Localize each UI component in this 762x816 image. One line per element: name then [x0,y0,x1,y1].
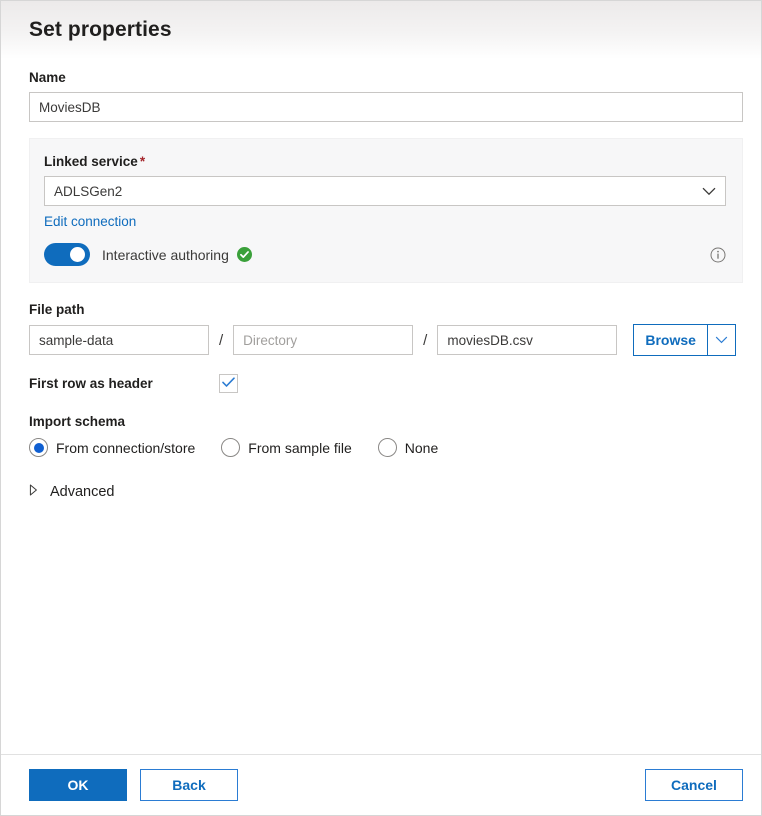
first-row-as-header-row: First row as header [29,374,743,393]
linked-service-input[interactable] [44,176,726,206]
first-row-as-header-checkbox[interactable] [219,374,238,393]
success-check-icon [237,247,252,262]
advanced-expander[interactable]: Advanced [29,483,743,501]
back-button[interactable]: Back [140,769,238,801]
browse-split-button: Browse [633,324,736,356]
file-path-label: File path [29,301,743,319]
interactive-authoring-toggle[interactable] [44,243,90,266]
radio-label: None [405,440,438,456]
checkmark-icon [222,375,235,393]
import-schema-radio-row: From connection/store From sample file N… [29,438,743,457]
triangle-right-icon [29,483,38,501]
radio-icon-unselected [221,438,240,457]
file-path-separator-1: / [209,332,233,349]
import-schema-group: Import schema From connection/store From… [29,413,743,457]
ok-button[interactable]: OK [29,769,127,801]
panel-header: Set properties [1,1,761,59]
browse-dropdown-button[interactable] [708,324,736,356]
linked-service-label: Linked service* [44,153,726,171]
file-path-group: File path / / Browse [29,301,743,356]
info-circle-icon[interactable] [710,247,726,263]
import-schema-label: Import schema [29,413,743,431]
name-field-group: Name [29,69,743,122]
radio-none[interactable]: None [378,438,438,457]
advanced-label: Advanced [50,484,115,500]
linked-service-combobox[interactable] [44,176,726,206]
file-path-container-input[interactable] [29,325,209,355]
linked-service-label-text: Linked service [44,154,138,169]
interactive-authoring-label: Interactive authoring [102,247,229,263]
radio-label: From connection/store [56,440,195,456]
chevron-down-icon [715,331,728,349]
edit-connection-link[interactable]: Edit connection [44,214,136,229]
required-marker: * [140,154,145,169]
toggle-knob [70,247,85,262]
interactive-authoring-row: Interactive authoring [44,243,726,266]
linked-service-group: Linked service* Edit connection Interact… [29,138,743,283]
radio-label: From sample file [248,440,351,456]
radio-from-connection-store[interactable]: From connection/store [29,438,195,457]
first-row-as-header-label: First row as header [29,376,219,391]
page-title: Set properties [29,18,172,42]
radio-from-sample-file[interactable]: From sample file [221,438,351,457]
name-input[interactable] [29,92,743,122]
name-label: Name [29,69,743,87]
radio-icon-selected [29,438,48,457]
panel-footer: OK Back Cancel [1,754,761,815]
file-path-directory-input[interactable] [233,325,413,355]
panel-body: Name Linked service* Edit connection [1,59,761,754]
cancel-button[interactable]: Cancel [645,769,743,801]
file-path-file-input[interactable] [437,325,617,355]
set-properties-panel: Set properties Name Linked service* Edit… [0,0,762,816]
radio-icon-unselected [378,438,397,457]
radio-dot [34,443,44,453]
file-path-separator-2: / [413,332,437,349]
file-path-row: / / Browse [29,324,743,356]
browse-button[interactable]: Browse [633,324,708,356]
